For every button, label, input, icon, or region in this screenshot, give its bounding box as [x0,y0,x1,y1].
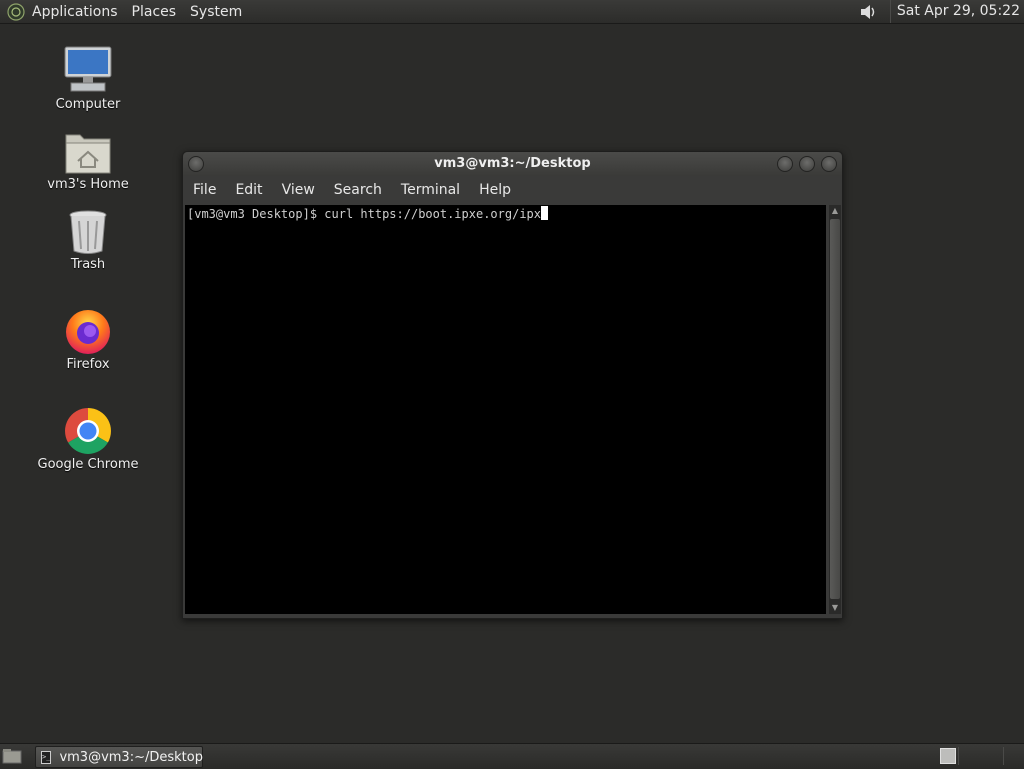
desktop-icon-computer[interactable]: Computer [33,45,143,112]
top-panel: Applications Places System Sat Apr 29, 0… [0,0,1024,24]
terminal-area[interactable]: [vm3@vm3 Desktop]$ curl https://boot.ipx… [185,205,826,614]
scroll-up-arrow-icon[interactable]: ▲ [829,205,841,217]
home-folder-icon [63,125,113,175]
firefox-icon [63,305,113,355]
computer-icon [63,45,113,95]
show-desktop-icon[interactable] [2,747,24,765]
desktop-icon-home[interactable]: vm3's Home [33,125,143,192]
desktop-icon-label: Google Chrome [37,457,139,472]
menu-edit[interactable]: Edit [235,182,262,198]
terminal-icon: >_ [41,750,52,764]
menu-file[interactable]: File [193,182,216,198]
minimize-button[interactable] [777,156,793,172]
scroll-down-arrow-icon[interactable]: ▼ [829,602,841,614]
desktop-icon-label: Trash [70,257,106,272]
workspace-1[interactable] [940,748,956,764]
desktop-icon-label: vm3's Home [47,177,129,192]
terminal-window[interactable]: vm3@vm3:~/Desktop File Edit View Search … [182,151,843,619]
applications-menu[interactable]: Applications [32,4,118,20]
clock[interactable]: Sat Apr 29, 05:22 [889,0,1024,23]
menu-terminal[interactable]: Terminal [401,182,460,198]
menu-search[interactable]: Search [334,182,382,198]
terminal-scrollbar[interactable]: ▲ ▼ [829,205,841,614]
window-title: vm3@vm3:~/Desktop [434,156,591,171]
text-cursor [541,206,549,220]
desktop-icon-firefox[interactable]: Firefox [33,305,143,372]
volume-icon[interactable] [858,2,880,22]
taskbar-window-label: vm3@vm3:~/Desktop [59,749,203,765]
gnome-foot-icon[interactable] [6,2,26,22]
menu-view[interactable]: View [282,182,315,198]
desktop-icon-label: Computer [55,97,121,112]
terminal-menubar: File Edit View Search Terminal Help [183,176,842,203]
places-menu[interactable]: Places [132,4,177,20]
menu-help[interactable]: Help [479,182,511,198]
window-titlebar[interactable]: vm3@vm3:~/Desktop [183,152,842,176]
taskbar-window-terminal[interactable]: >_ vm3@vm3:~/Desktop [35,746,203,768]
desktop-icon-trash[interactable]: Trash [33,205,143,272]
trash-icon [63,205,113,255]
maximize-button[interactable] [799,156,815,172]
scrollbar-thumb[interactable] [830,219,840,599]
workspace-2[interactable] [958,747,1004,765]
chrome-icon [63,405,113,455]
desktop-icon-chrome[interactable]: Google Chrome [33,405,143,472]
desktop-icon-label: Firefox [66,357,110,372]
close-button[interactable] [821,156,837,172]
system-menu[interactable]: System [190,4,242,20]
bottom-panel: >_ vm3@vm3:~/Desktop [0,743,1024,769]
terminal-command-line: [vm3@vm3 Desktop]$ curl https://boot.ipx… [187,207,542,221]
